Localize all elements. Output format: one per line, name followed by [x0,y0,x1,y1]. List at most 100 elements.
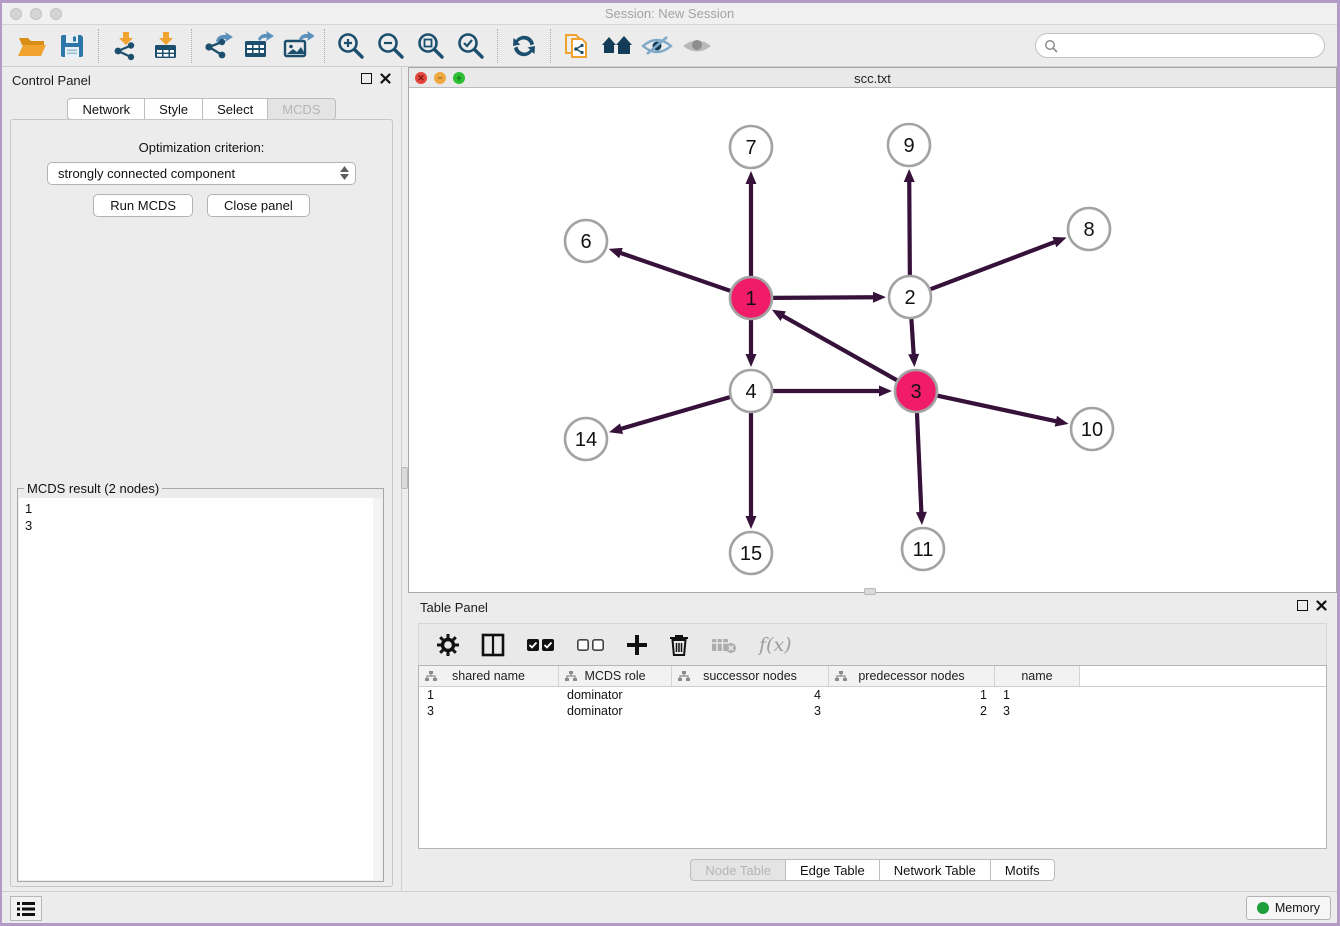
open-session-button[interactable] [12,29,52,63]
tab-style[interactable]: Style [145,98,203,120]
open-folder-icon [17,33,47,59]
zoom-fit-button[interactable] [411,29,451,63]
graph-node-label: 1 [745,288,756,310]
graph-edge-1-2[interactable] [773,297,876,298]
table-panel-title: Table Panel [420,600,488,615]
export-image-icon [282,31,314,61]
table-cell[interactable]: 3 [419,704,559,718]
horizontal-splitter-grip[interactable] [864,588,876,595]
memory-button[interactable]: Memory [1246,896,1331,920]
float-panel-icon[interactable] [361,73,372,84]
table-cell[interactable]: dominator [559,688,672,702]
tab-network-table[interactable]: Network Table [880,859,991,881]
tab-network[interactable]: Network [67,98,145,120]
save-session-button[interactable] [52,29,92,63]
graph-node-label: 10 [1081,419,1103,441]
refresh-layout-button[interactable] [504,29,544,63]
import-table-button[interactable] [145,29,185,63]
memory-status-icon [1257,902,1269,914]
import-table-icon [150,31,180,61]
column-type-icon [678,671,690,682]
zoom-selected-button[interactable] [451,29,491,63]
export-table-button[interactable] [238,29,278,63]
graph-edge-3-1[interactable] [781,315,897,381]
table-cell[interactable]: 1 [995,688,1080,702]
table-cell[interactable]: 2 [829,704,995,718]
tab-node-table[interactable]: Node Table [690,859,786,881]
float-table-panel-icon[interactable] [1297,600,1308,611]
graph-edge-3-11[interactable] [917,413,922,515]
graph-edge-arrowhead [873,292,886,303]
column-type-icon [835,671,847,682]
delete-column-button[interactable] [669,634,689,656]
table-settings-button[interactable] [437,634,459,656]
zoom-in-button[interactable] [331,29,371,63]
graph-edge-arrowhead [908,354,919,367]
zoom-out-button[interactable] [371,29,411,63]
graph-edge-arrowhead [609,248,623,258]
network-canvas[interactable]: 7968124314101511 [409,88,1336,592]
close-panel-icon[interactable] [380,73,391,84]
split-view-button[interactable] [481,633,505,657]
home-legacy-button[interactable] [597,29,637,63]
table-cell[interactable]: 3 [672,704,829,718]
tab-select[interactable]: Select [203,98,268,120]
optimization-criterion-dropdown[interactable]: strongly connected component [47,162,356,185]
search-input[interactable] [1063,38,1324,53]
graph-edge-2-3[interactable] [911,319,913,357]
tab-mcds[interactable]: MCDS [268,98,335,120]
show-all-button[interactable] [677,29,717,63]
graph-edge-2-8[interactable] [931,241,1058,289]
close-panel-button[interactable]: Close panel [207,194,310,217]
table-cell[interactable]: 4 [672,688,829,702]
toolbar-separator [98,29,99,63]
graph-node-label: 2 [904,287,915,309]
export-image-button[interactable] [278,29,318,63]
dropdown-selected-value: strongly connected component [58,166,235,181]
import-network-button[interactable] [105,29,145,63]
show-task-history-button[interactable] [10,896,42,921]
table-cell[interactable]: dominator [559,704,672,718]
deselect-all-rows-button[interactable] [577,638,605,652]
duplicate-network-button[interactable] [557,29,597,63]
function-builder-button[interactable]: f(x) [759,634,792,656]
hide-selected-button[interactable] [637,29,677,63]
vertical-splitter-grip[interactable] [401,467,408,489]
graph-edge-4-14[interactable] [619,397,730,429]
close-table-panel-icon[interactable] [1316,600,1327,611]
list-icon [17,902,35,916]
graph-edge-3-10[interactable] [938,396,1059,422]
tab-edge-table[interactable]: Edge Table [786,859,880,881]
toolbar-separator [324,29,325,63]
export-network-button[interactable] [198,29,238,63]
eye-slash-icon [640,33,674,59]
toolbar-separator [191,29,192,63]
table-cell[interactable]: 1 [829,688,995,702]
mcds-result-list[interactable]: 13 [19,498,373,880]
tab-motifs[interactable]: Motifs [991,859,1055,881]
export-table-icon [242,31,274,61]
graph-edge-2-9[interactable] [909,179,910,275]
column-header-successor-nodes[interactable]: successor nodes [672,666,829,686]
network-window-titlebar[interactable]: ✕ − + scc.txt [409,68,1336,88]
column-type-icon [425,671,437,682]
search-box[interactable] [1035,33,1325,58]
delete-table-button[interactable] [711,636,737,654]
table-cell[interactable]: 3 [995,704,1080,718]
select-all-rows-button[interactable] [527,638,555,652]
column-header-mcds-role[interactable]: MCDS role [559,666,672,686]
column-header-shared-name[interactable]: shared name [419,666,559,686]
column-header-predecessor-nodes[interactable]: predecessor nodes [829,666,995,686]
table-row[interactable]: 3dominator323 [419,703,1326,719]
run-mcds-button[interactable]: Run MCDS [93,194,193,217]
mcds-result-line: 1 [25,500,373,517]
dropdown-stepper-icon [340,166,349,180]
table-cell[interactable]: 1 [419,688,559,702]
column-header-name[interactable]: name [995,666,1080,686]
control-panel-tabs: Network Style Select MCDS [2,98,401,120]
graph-node-label: 9 [903,135,914,157]
result-scrollbar[interactable] [373,498,382,880]
add-column-button[interactable] [627,635,647,655]
graph-edge-1-6[interactable] [618,252,730,291]
table-row[interactable]: 1dominator411 [419,687,1326,703]
